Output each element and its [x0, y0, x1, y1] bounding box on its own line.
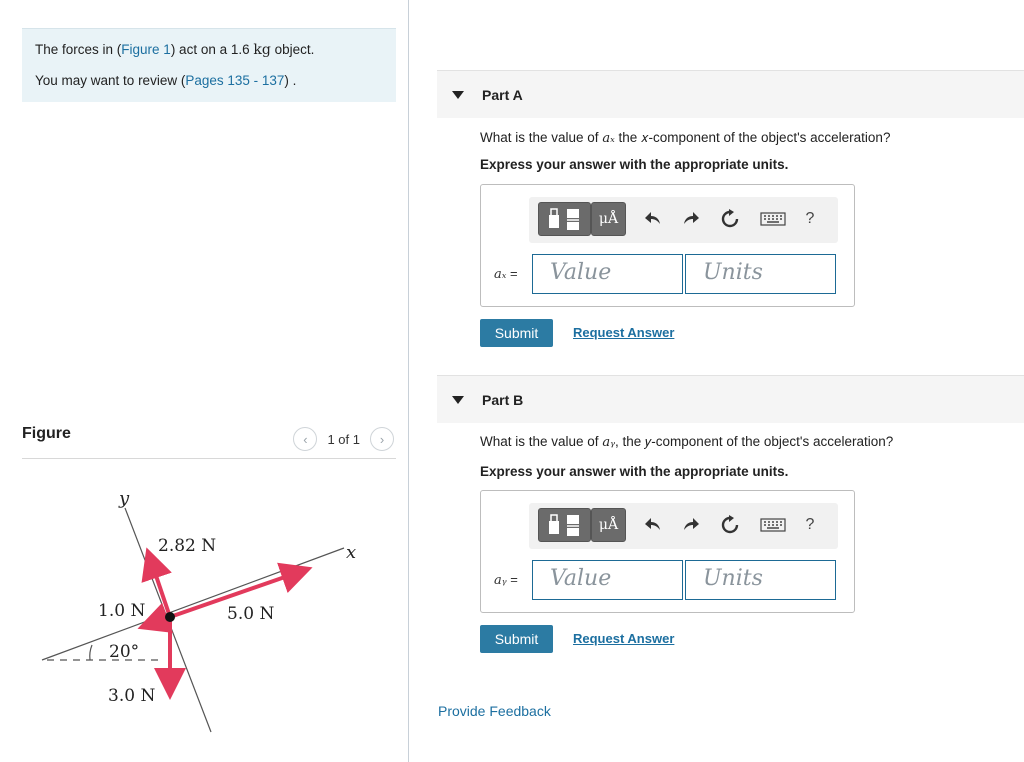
pages-link[interactable]: Pages 135 - 137: [185, 73, 284, 88]
force-arrow-2.82: [141, 547, 172, 618]
undo-button[interactable]: [641, 512, 667, 538]
question-variable: aᵧ: [602, 435, 615, 450]
part-b-instruction: Express your answer with the appropriate…: [480, 464, 789, 479]
redo-button[interactable]: [677, 206, 703, 232]
variable-label: aₓ =: [494, 266, 518, 282]
templates-icon: [548, 514, 579, 536]
provide-feedback-link[interactable]: Provide Feedback: [438, 703, 551, 719]
force-label-2.82: 2.82 N: [158, 536, 216, 556]
help-icon: ?: [805, 516, 815, 533]
intro-text: You may want to review (: [35, 73, 186, 88]
next-figure-button[interactable]: ›: [370, 427, 394, 451]
prev-figure-button[interactable]: ‹: [293, 427, 318, 451]
part-b-title: Part B: [482, 391, 524, 408]
part-b-submit-button[interactable]: Submit: [480, 625, 553, 653]
templates-icon: [548, 208, 579, 230]
redo-button[interactable]: [677, 512, 703, 538]
figure-header: Figure ‹ 1 of 1 ›: [22, 423, 396, 459]
keyboard-icon: [760, 212, 786, 226]
part-b-answer-box: μÅ ? aᵧ = Value Units: [480, 490, 855, 613]
variable-label: aᵧ =: [494, 572, 518, 588]
units-button[interactable]: μÅ: [591, 508, 626, 542]
units-icon: μÅ: [598, 211, 619, 227]
keyboard-icon: [760, 518, 786, 532]
caret-down-icon: [452, 90, 464, 99]
chevron-left-icon: ‹: [303, 431, 308, 447]
x-axis: [41, 547, 345, 661]
part-b-request-answer-link[interactable]: Request Answer: [573, 631, 674, 646]
origin-point: [165, 612, 175, 622]
chevron-right-icon: ›: [379, 431, 385, 447]
help-button[interactable]: ?: [797, 512, 823, 538]
keyboard-button[interactable]: [756, 206, 790, 232]
reset-button[interactable]: [717, 512, 743, 538]
value-input[interactable]: Value: [532, 560, 683, 600]
part-a-question: What is the value of aₓ the 𝑥-component …: [480, 130, 890, 146]
question-text: , the 𝑦-component of the object's accele…: [614, 434, 894, 449]
reset-button[interactable]: [717, 206, 743, 232]
part-a-answer-box: μÅ ? aₓ = Value Units: [480, 184, 855, 307]
reset-icon: [721, 209, 739, 228]
part-a-instruction: Express your answer with the appropriate…: [480, 157, 789, 172]
force-label-3.0: 3.0 N: [108, 686, 155, 706]
units-icon: μÅ: [598, 517, 619, 533]
redo-icon: [684, 212, 699, 224]
math-toolbar: μÅ ?: [529, 197, 838, 243]
intro-text: ) .: [284, 73, 297, 88]
keyboard-button[interactable]: [756, 512, 790, 538]
undo-button[interactable]: [641, 206, 667, 232]
force-diagram: y x 2.82 N 5.0 N 1.0 N 3.0 N 20°: [41, 488, 356, 733]
force-label-1.0: 1.0 N: [98, 601, 145, 621]
figure-pager: ‹ 1 of 1 ›: [293, 427, 394, 451]
undo-icon: [645, 518, 660, 530]
angle-label: 20°: [109, 642, 139, 662]
angle-arc: [89, 644, 93, 661]
reset-icon: [721, 515, 739, 534]
question-text: the 𝑥-component of the object's accelera…: [614, 130, 891, 145]
caret-down-icon: [452, 395, 464, 404]
redo-icon: [684, 518, 699, 530]
figure-title: Figure: [22, 425, 71, 442]
part-a-title: Part A: [482, 86, 523, 103]
intro-line-2: You may want to review (Pages 135 - 137)…: [35, 74, 396, 105]
units-button[interactable]: μÅ: [591, 202, 626, 236]
part-a-header[interactable]: Part A: [437, 70, 1024, 118]
variable-symbol: aᵧ: [494, 573, 507, 588]
intro-line-1: The forces in (Figure 1) act on a 1.6 kg…: [35, 43, 396, 74]
math-toolbar: μÅ ?: [529, 503, 838, 549]
intro-text: object.: [270, 42, 315, 57]
part-b-question: What is the value of aᵧ, the 𝑦-component…: [480, 434, 893, 450]
question-text: What is the value of: [480, 130, 603, 145]
pager-label: 1 of 1: [327, 431, 360, 447]
figure-link[interactable]: Figure 1: [121, 42, 171, 57]
left-column: The forces in (Figure 1) act on a 1.6 kg…: [0, 0, 409, 762]
y-axis-label: y: [118, 488, 130, 509]
equals-sign: =: [506, 266, 518, 281]
intro-text: ) act on a 1.6: [170, 42, 254, 57]
force-label-5.0: 5.0 N: [227, 604, 274, 624]
units-input[interactable]: Units: [685, 560, 836, 600]
equals-sign: =: [506, 572, 518, 587]
part-b-header[interactable]: Part B: [437, 375, 1024, 423]
question-variable: aₓ: [602, 131, 615, 146]
question-text: What is the value of: [480, 434, 603, 449]
part-a-submit-button[interactable]: Submit: [480, 319, 553, 347]
variable-symbol: aₓ: [494, 267, 507, 282]
value-input[interactable]: Value: [532, 254, 683, 294]
part-a-request-answer-link[interactable]: Request Answer: [573, 325, 674, 340]
help-button[interactable]: ?: [797, 206, 823, 232]
x-axis-label: x: [346, 542, 356, 563]
undo-icon: [645, 212, 660, 224]
help-icon: ?: [805, 210, 815, 227]
templates-button[interactable]: [538, 508, 591, 542]
problem-intro: The forces in (Figure 1) act on a 1.6 kg…: [22, 28, 396, 102]
units-input[interactable]: Units: [685, 254, 836, 294]
mass-unit: kg: [253, 42, 271, 58]
templates-button[interactable]: [538, 202, 591, 236]
intro-text: The forces in (: [35, 42, 122, 57]
